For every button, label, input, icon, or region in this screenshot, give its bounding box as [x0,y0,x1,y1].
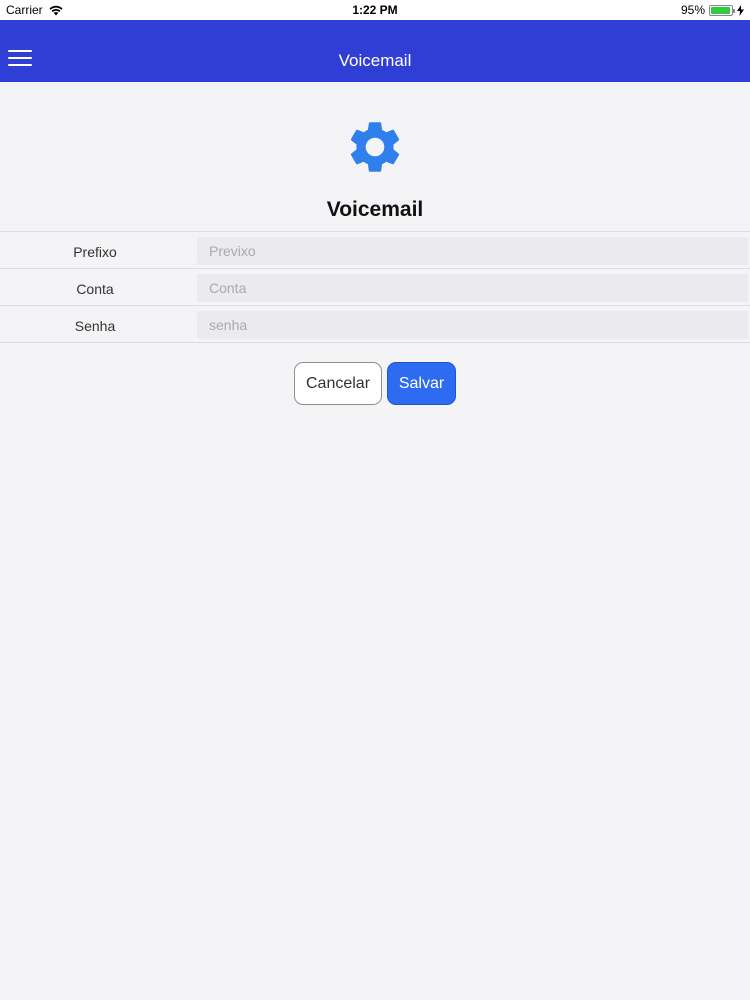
cancel-button[interactable]: Cancelar [294,362,382,405]
nav-bar: Voicemail [0,20,750,82]
voicemail-form: Prefixo Conta Senha [0,231,750,343]
page-title: Voicemail [326,198,424,221]
status-bar: Carrier 1:22 PM 95% [0,0,750,20]
prefixo-input[interactable] [197,237,748,265]
form-row-conta: Conta [0,269,750,306]
charging-icon [737,4,744,16]
status-time: 1:22 PM [352,3,398,17]
conta-label: Conta [76,281,114,297]
save-button[interactable]: Salvar [387,362,456,405]
status-right: 95% [681,3,744,17]
senha-input[interactable] [197,311,748,339]
senha-label: Senha [74,318,116,334]
form-row-prefixo: Prefixo [0,232,750,269]
prefixo-label: Prefixo [73,244,117,260]
form-row-senha: Senha [0,306,750,343]
conta-input[interactable] [197,274,748,302]
nav-title: Voicemail [338,51,412,70]
battery-icon [709,4,735,16]
gear-icon [350,122,400,172]
battery-percent: 95% [680,3,705,17]
battery-level [711,6,730,14]
